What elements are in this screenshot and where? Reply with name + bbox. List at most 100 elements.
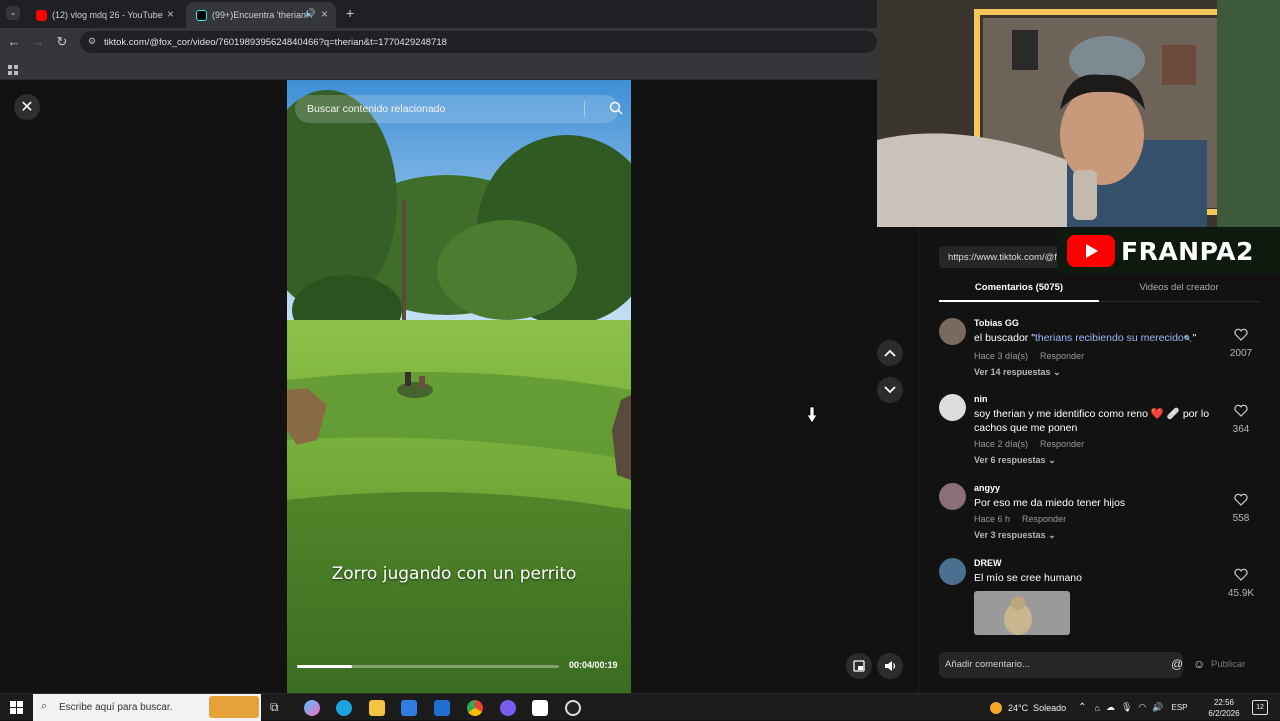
emoji-icon[interactable]: ☺: [1193, 657, 1205, 671]
tab-youtube[interactable]: (12) vlog mdq 26 - YouTube ×: [26, 2, 182, 28]
comment-text: Por eso me da miedo tener hijos: [974, 497, 1126, 509]
channel-badge: FRANPA2: [1057, 228, 1280, 274]
comment-author[interactable]: Tobias GG: [974, 318, 1224, 328]
taskbar-search[interactable]: ⌕ Escribe aquí para buscar.: [33, 694, 261, 721]
avatar[interactable]: [939, 318, 966, 345]
comment-text: el buscador "therians recibiendo su mere…: [974, 331, 1224, 347]
avatar[interactable]: [939, 394, 966, 421]
comment-image[interactable]: [974, 591, 1070, 635]
like-button[interactable]: 2007: [1223, 328, 1259, 359]
reply-button[interactable]: Responder: [1040, 351, 1084, 361]
publish-button[interactable]: Publicar: [1211, 659, 1245, 670]
capcut-icon[interactable]: [532, 700, 548, 716]
forward-icon[interactable]: →: [30, 34, 46, 49]
network-icon[interactable]: ⌂: [1095, 703, 1100, 713]
site-info-icon[interactable]: ⚙: [88, 36, 96, 47]
windows-taskbar: ⌕ Escribe aquí para buscar. ⧉ 24°C Solea…: [0, 693, 1280, 721]
video-progress-bar[interactable]: [297, 665, 559, 668]
address-bar[interactable]: ⚙ tiktok.com/@fox_cor/video/760198939562…: [80, 31, 877, 53]
view-replies-label: Ver 14 respuestas: [974, 367, 1051, 377]
chrome-icon[interactable]: [467, 700, 483, 716]
comment-time: Hace 3 día(s): [974, 351, 1029, 361]
reload-icon[interactable]: ↻: [54, 34, 70, 50]
new-tab-button[interactable]: +: [346, 5, 354, 21]
pip-button[interactable]: [846, 653, 872, 679]
close-video-button[interactable]: ✕: [14, 94, 40, 120]
video-player[interactable]: Buscar contenido relacionado Zorro jugan…: [287, 80, 631, 693]
like-button[interactable]: 558: [1223, 493, 1259, 524]
outlook-icon[interactable]: [434, 700, 450, 716]
tab-tiktok[interactable]: (99+)Encuentra 'therian' en 🔊 ×: [186, 2, 336, 28]
chevron-down-icon: ⌄: [1053, 367, 1061, 377]
notification-count: 12: [1256, 704, 1264, 711]
copilot-icon[interactable]: [304, 700, 320, 716]
tiktok-icon: [196, 9, 207, 21]
obs-icon[interactable]: [565, 700, 581, 716]
youtube-logo-icon: [1067, 235, 1115, 267]
youtube-icon: [36, 9, 47, 21]
volume-icon[interactable]: 🔊: [1152, 702, 1163, 713]
taskbar-search-placeholder: Escribe aquí para buscar.: [59, 702, 173, 713]
tab-list-dropdown-icon[interactable]: ⌄: [6, 6, 20, 20]
chevron-up-icon[interactable]: ⌃: [1078, 702, 1086, 713]
avatar[interactable]: [939, 483, 966, 510]
system-tray: 24°C Soleado ⌃ ⌂ ☁ 🎙 ◠ 🔊 ESP: [990, 694, 1188, 721]
task-view-icon[interactable]: ⧉: [270, 700, 279, 715]
back-icon[interactable]: ←: [6, 34, 22, 49]
wifi-icon[interactable]: ◠: [1138, 702, 1146, 713]
volume-icon: [885, 661, 896, 671]
reply-button[interactable]: Responder: [1022, 514, 1066, 524]
language-indicator[interactable]: ESP: [1171, 703, 1187, 712]
discord-icon[interactable]: [500, 700, 516, 716]
heart-icon: [1234, 404, 1248, 417]
windows-start-icon[interactable]: [10, 701, 23, 719]
clock[interactable]: 22:56 6/2/2026: [1204, 697, 1244, 719]
chevron-down-icon: ⌄: [1048, 530, 1056, 540]
channel-name: FRANPA2: [1121, 236, 1254, 266]
view-replies-button[interactable]: Ver 14 respuestas ⌄: [974, 367, 1224, 378]
related-search-bar[interactable]: Buscar contenido relacionado: [295, 95, 623, 123]
comment-author[interactable]: angyy: [974, 483, 1224, 493]
avatar[interactable]: [939, 558, 966, 585]
volume-button[interactable]: [877, 653, 903, 679]
tab-creator-videos[interactable]: Videos del creador: [1099, 282, 1259, 293]
chevron-up-icon: [884, 349, 896, 357]
previous-video-button[interactable]: [877, 340, 903, 366]
search-link[interactable]: therians recibiendo su merecido: [1035, 332, 1184, 344]
divider: [584, 101, 585, 117]
like-button[interactable]: 45.9K: [1223, 568, 1259, 599]
comment-author[interactable]: DREW: [974, 558, 1224, 568]
weather-text[interactable]: 24°C Soleado: [1008, 703, 1066, 713]
reply-button[interactable]: Responder: [1040, 439, 1084, 449]
apps-grid-icon[interactable]: [8, 62, 18, 75]
edge-icon[interactable]: [336, 700, 352, 716]
next-video-button[interactable]: [877, 377, 903, 403]
clock-time: 22:56: [1213, 698, 1235, 707]
notification-button[interactable]: 12: [1252, 700, 1268, 715]
like-count: 558: [1232, 513, 1250, 524]
webcam-feed: [877, 0, 1280, 227]
clock-date: 6/2/2026: [1208, 709, 1240, 718]
tab-comments[interactable]: Comentarios (5075): [939, 282, 1099, 293]
comment-author[interactable]: nin: [974, 394, 1224, 404]
comment-placeholder: Añadir comentario...: [945, 659, 1031, 670]
file-explorer-icon[interactable]: [369, 700, 385, 716]
comment-input[interactable]: Añadir comentario... @ ☺: [939, 652, 1205, 678]
url-text: tiktok.com/@fox_cor/video/76019893956248…: [104, 36, 447, 48]
view-replies-button[interactable]: Ver 6 respuestas ⌄: [974, 455, 1224, 466]
comment-time: Hace 6 h: [974, 514, 1011, 524]
heart-icon: [1234, 568, 1248, 581]
heart-icon: [1234, 328, 1248, 341]
like-button[interactable]: 364: [1223, 404, 1259, 435]
weather-icon[interactable]: [990, 701, 1002, 714]
like-count: 2007: [1229, 348, 1253, 359]
cloud-icon[interactable]: ☁: [1106, 702, 1115, 713]
store-icon[interactable]: [401, 700, 417, 716]
view-replies-button[interactable]: Ver 3 respuestas ⌄: [974, 530, 1224, 541]
video-progress-fill: [297, 665, 353, 668]
speaker-icon[interactable]: 🔊: [305, 8, 316, 19]
mention-icon[interactable]: @: [1171, 657, 1183, 671]
mic-icon[interactable]: 🎙: [1121, 702, 1132, 713]
close-tab-icon[interactable]: ×: [321, 7, 328, 21]
close-tab-icon[interactable]: ×: [167, 7, 174, 21]
